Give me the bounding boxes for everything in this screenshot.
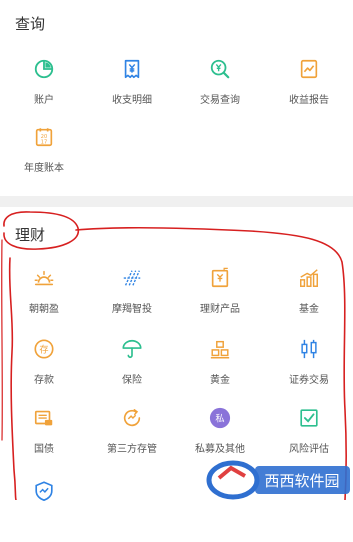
bar-trend-icon: [300, 269, 318, 287]
sunrise-icon: [34, 270, 54, 286]
deposit-icon: 存: [34, 339, 54, 359]
finance-item-wealth-products[interactable]: 理财产品: [176, 267, 264, 329]
finance-item-fund[interactable]: 基金: [265, 267, 353, 329]
finance-item-mojie[interactable]: 摩羯智投: [88, 267, 176, 329]
query-item-annual-ledger[interactable]: 20 17 年度账本: [0, 126, 88, 188]
finance-item-deposit[interactable]: 存 存款: [0, 338, 88, 400]
custody-icon: [123, 409, 141, 427]
bond-icon: [34, 410, 53, 426]
yen-search-icon: [210, 59, 230, 79]
query-section-title: 查询: [15, 15, 46, 33]
finance-item-label: 私募及其他: [195, 444, 245, 455]
finance-item-label: 理财产品: [200, 304, 240, 315]
finance-item-insurance[interactable]: 保险: [88, 338, 176, 400]
finance-item-securities[interactable]: 证券交易: [265, 338, 353, 400]
capricorn-icon: [123, 270, 141, 286]
calendar-2017-icon: 20 17: [35, 128, 53, 147]
finance-item-zhaozhaoying[interactable]: 朝朝盈: [0, 267, 88, 329]
pie-chart-icon: [34, 59, 54, 79]
finance-item-label: 保险: [122, 375, 142, 386]
watermark-text: 西西软件园: [264, 472, 339, 490]
umbrella-icon: [122, 339, 142, 359]
finance-item-third-party-custody[interactable]: 第三方存管: [88, 407, 176, 469]
yen-document-icon: [124, 59, 140, 79]
finance-section-title: 理财: [15, 226, 46, 244]
query-item-label: 交易查询: [200, 95, 240, 106]
finance-item-label: 基金: [299, 304, 319, 315]
query-item-transactions[interactable]: 收支明细: [88, 58, 176, 120]
svg-text:17: 17: [41, 139, 47, 145]
private-equity-icon: 私: [209, 407, 231, 429]
finance-item-label: 存款: [34, 375, 54, 386]
gold-bars-icon: [210, 340, 230, 359]
svg-text:私: 私: [215, 414, 224, 425]
candlestick-icon: [301, 339, 317, 359]
query-item-label: 收益报告: [289, 95, 329, 106]
svg-text:存: 存: [39, 344, 48, 356]
finance-item-gold[interactable]: 黄金: [176, 338, 264, 400]
query-section: 查询 账户 收支明细 交易查询 收益报告 20 17 年度账本: [0, 0, 353, 196]
trend-report-icon: [300, 59, 318, 79]
query-item-label: 账户: [34, 95, 54, 106]
finance-item-label: 摩羯智投: [112, 304, 152, 315]
risk-check-icon: [300, 409, 318, 427]
finance-item-treasury-bond[interactable]: 国债: [0, 407, 88, 469]
finance-item-label: 风险评估: [289, 444, 329, 455]
finance-item-label: 朝朝盈: [29, 304, 59, 315]
finance-item-label: 国债: [34, 444, 54, 455]
finance-item-label: 证券交易: [289, 375, 329, 386]
finance-item-label: 黄金: [210, 375, 230, 386]
product-icon: [211, 267, 229, 288]
query-item-earnings-report[interactable]: 收益报告: [265, 58, 353, 120]
query-item-trade-search[interactable]: 交易查询: [176, 58, 264, 120]
watermark-logo: 西西软件园: [206, 460, 350, 500]
query-item-account[interactable]: 账户: [0, 58, 88, 120]
query-item-label: 收支明细: [112, 95, 152, 106]
query-item-label: 年度账本: [24, 163, 64, 174]
section-divider: [0, 196, 353, 207]
finance-item-more[interactable]: [0, 480, 88, 542]
shield-chart-icon: [35, 481, 53, 502]
finance-item-label: 第三方存管: [107, 444, 157, 455]
